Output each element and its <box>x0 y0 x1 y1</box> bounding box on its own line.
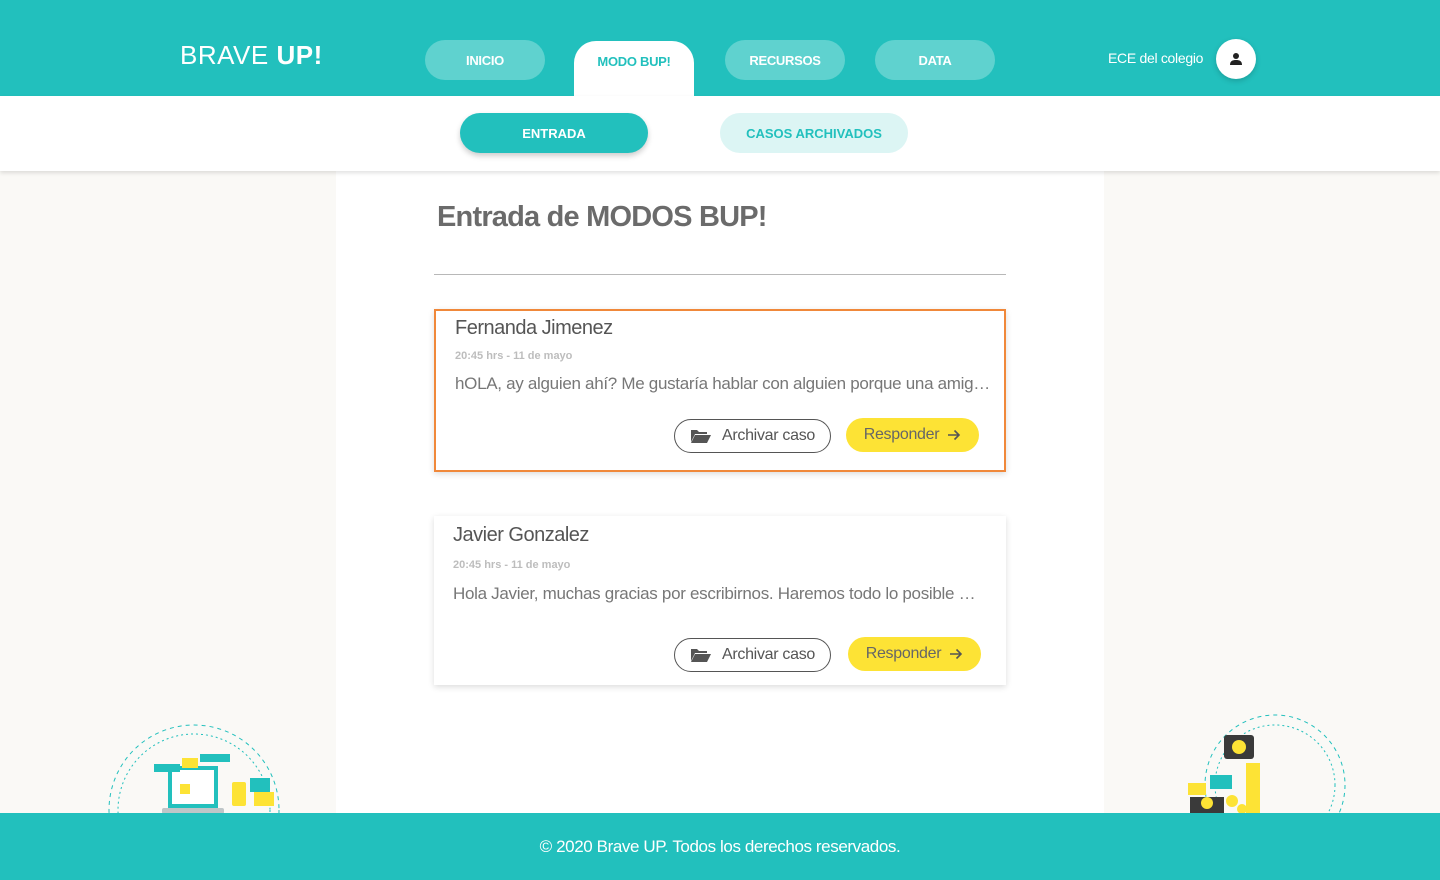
case-message-preview: hOLA, ay alguien ahí? Me gustaría hablar… <box>455 374 991 393</box>
top-navigation-bar: BRAVE UP! INICIO MODO BUP! RECURSOS DATA… <box>0 0 1440 97</box>
user-avatar-button[interactable] <box>1216 39 1256 79</box>
case-card[interactable]: Fernanda Jimenez 20:45 hrs - 11 de mayo … <box>434 309 1006 472</box>
reply-label: Responder <box>865 645 942 662</box>
case-sender-name: Fernanda Jimenez <box>455 317 613 339</box>
case-timestamp: 20:45 hrs - 11 de mayo <box>453 559 571 571</box>
people-phones-illustration <box>1188 714 1346 825</box>
title-divider <box>434 274 1006 275</box>
archive-case-label: Archivar caso <box>721 427 816 444</box>
archive-case-label: Archivar caso <box>721 646 816 663</box>
copyright-text: © 2020 Brave UP. Todos los derechos rese… <box>539 836 901 856</box>
nav-tab-data[interactable]: DATA <box>875 40 995 80</box>
page-title: Entrada de MODOS BUP! <box>437 201 767 233</box>
nav-tab-inicio[interactable]: INICIO <box>425 40 545 80</box>
devices-illustration <box>108 724 280 820</box>
footer: © 2020 Brave UP. Todos los derechos rese… <box>0 813 1440 880</box>
user-label[interactable]: ECE del colegio <box>1108 50 1203 66</box>
arrow-right-icon <box>950 648 963 660</box>
tab-casos-archivados[interactable]: CASOS ARCHIVADOS <box>720 113 908 153</box>
logo-text-bold: UP! <box>276 40 323 70</box>
case-message-preview: Hola Javier, muchas gracias por escribir… <box>453 584 981 603</box>
main-content-panel <box>336 171 1104 813</box>
user-icon <box>1230 53 1242 65</box>
folder-open-icon <box>690 430 711 443</box>
case-timestamp: 20:45 hrs - 11 de mayo <box>455 350 573 362</box>
sub-navigation-bar: ENTRADA CASOS ARCHIVADOS <box>0 96 1440 171</box>
case-sender-name: Javier Gonzalez <box>453 524 589 546</box>
nav-tab-recursos[interactable]: RECURSOS <box>725 40 845 80</box>
case-card[interactable]: Javier Gonzalez 20:45 hrs - 11 de mayo H… <box>434 516 1006 685</box>
arrow-right-icon <box>948 429 961 441</box>
folder-open-icon <box>690 649 711 662</box>
archive-case-button[interactable]: Archivar caso <box>674 419 831 453</box>
logo-text-light: BRAVE <box>180 40 269 70</box>
archive-case-button[interactable]: Archivar caso <box>674 638 831 672</box>
tab-entrada[interactable]: ENTRADA <box>460 113 648 153</box>
reply-button[interactable]: Responder <box>846 418 979 452</box>
reply-button[interactable]: Responder <box>848 637 981 671</box>
nav-tab-modo-bup[interactable]: MODO BUP! <box>574 41 694 97</box>
reply-label: Responder <box>863 426 940 443</box>
brave-up-logo[interactable]: BRAVE UP! <box>180 42 323 68</box>
